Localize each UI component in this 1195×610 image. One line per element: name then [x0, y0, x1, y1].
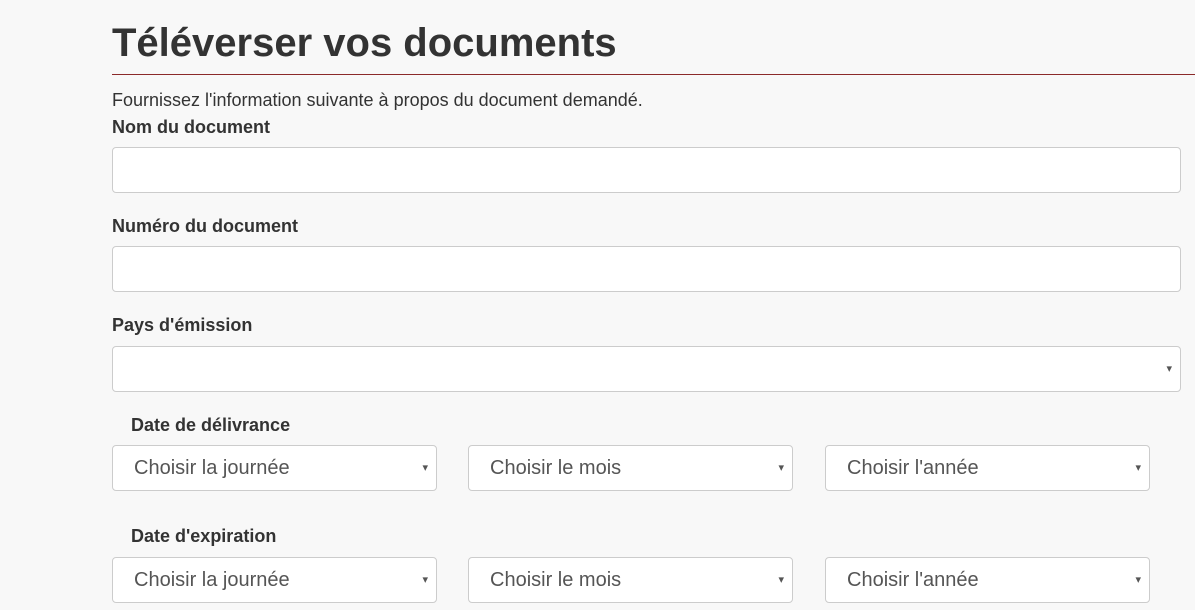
- chevron-down-icon: ▾: [778, 462, 784, 474]
- issue-year-value: Choisir l'année: [847, 457, 979, 479]
- country-select[interactable]: ▾: [112, 346, 1181, 392]
- doc-number-input[interactable]: [112, 246, 1181, 292]
- chevron-down-icon: ▾: [1135, 462, 1141, 474]
- title-divider: [112, 74, 1195, 75]
- doc-name-label: Nom du document: [112, 117, 270, 137]
- expiry-year-value: Choisir l'année: [847, 569, 979, 591]
- country-label: Pays d'émission: [112, 315, 253, 335]
- issue-year-select[interactable]: Choisir l'année ▾: [825, 445, 1150, 491]
- issue-month-value: Choisir le mois: [490, 457, 622, 479]
- doc-number-label: Numéro du document: [112, 216, 299, 236]
- chevron-down-icon: ▾: [778, 574, 784, 586]
- expiry-year-select[interactable]: Choisir l'année ▾: [825, 557, 1150, 603]
- expiry-month-value: Choisir le mois: [490, 569, 622, 591]
- page-title: Téléverser vos documents: [112, 21, 617, 65]
- issue-month-select[interactable]: Choisir le mois ▾: [468, 445, 793, 491]
- expiry-day-select[interactable]: Choisir la journée ▾: [112, 557, 437, 603]
- intro-text: Fournissez l'information suivante à prop…: [112, 90, 643, 110]
- issue-date-label: Date de délivrance: [131, 415, 291, 435]
- chevron-down-icon: ▾: [1135, 574, 1141, 586]
- chevron-down-icon: ▾: [422, 574, 428, 586]
- upload-documents-page: Téléverser vos documents Fournissez l'in…: [0, 0, 1195, 610]
- issue-day-value: Choisir la journée: [134, 457, 290, 479]
- issue-day-select[interactable]: Choisir la journée ▾: [112, 445, 437, 491]
- expiry-date-label: Date d'expiration: [131, 526, 277, 546]
- expiry-day-value: Choisir la journée: [134, 569, 290, 591]
- doc-name-input[interactable]: [112, 147, 1181, 193]
- chevron-down-icon: ▾: [422, 462, 428, 474]
- expiry-month-select[interactable]: Choisir le mois ▾: [468, 557, 793, 603]
- chevron-down-icon: ▾: [1166, 363, 1172, 375]
